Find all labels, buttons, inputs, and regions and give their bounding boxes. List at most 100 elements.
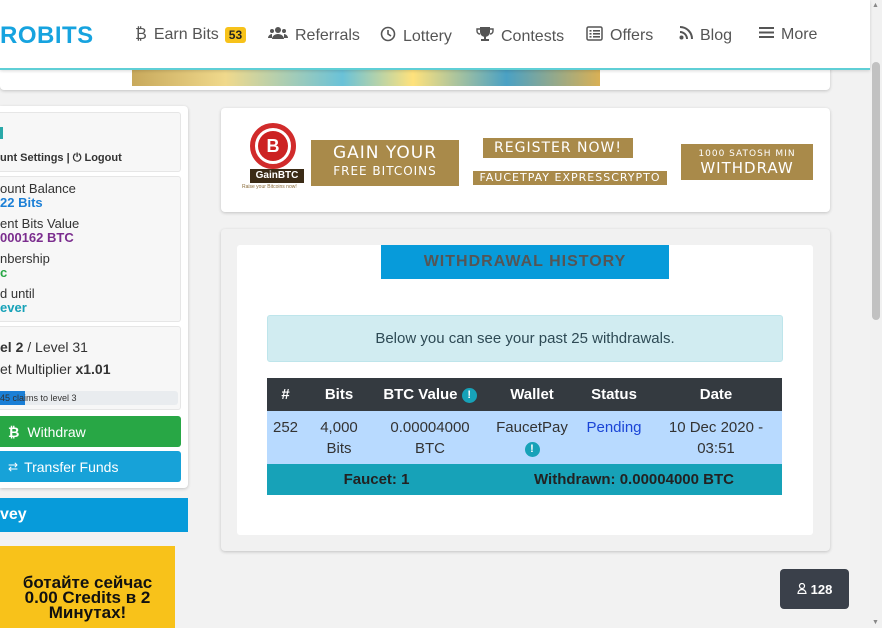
table-header: # Bits BTC Value ! Wallet Status Date (267, 378, 782, 411)
nav-more-label: More (781, 26, 818, 43)
user-info-box: unt Settings | ⏻ Logout (0, 112, 181, 172)
site-logo[interactable]: ROBITS (0, 22, 94, 50)
info-icon[interactable]: ! (524, 442, 540, 457)
menu-icon (759, 26, 774, 44)
top-navbar: ROBITS ₿ Earn Bits 53 Referrals Lottery … (0, 0, 870, 70)
online-users-button[interactable]: 128 (780, 569, 849, 609)
balance-label: ount Balance (0, 181, 76, 196)
withdrawal-panel: WITHDRAWAL HISTORY Below you can see you… (237, 245, 813, 535)
multiplier-text: et Multiplier x1.01 (0, 361, 111, 377)
multiplier-value: x1.01 (75, 361, 111, 377)
valid-until-label: d until (0, 286, 35, 301)
cell-wallet: FaucetPay ! (486, 411, 578, 464)
nav-blog[interactable]: Blog (679, 26, 732, 45)
online-count: 128 (810, 581, 833, 597)
withdrawal-title: WITHDRAWAL HISTORY (381, 245, 669, 279)
current-level: el 2 (0, 339, 24, 355)
transfer-icon: ⇄ (8, 459, 19, 474)
cell-status: Pending (586, 419, 642, 436)
bitcoin-icon: ₿ (8, 423, 20, 440)
ad-card: B GainBTC Raise your Bitcoins now! GAIN … (221, 108, 830, 212)
col-status: Status (591, 386, 637, 403)
nav-earn-bits-label: Earn Bits (153, 26, 219, 43)
nav-more[interactable]: More (759, 26, 817, 44)
nav-offers[interactable]: Offers (586, 26, 653, 46)
user-icon (797, 582, 807, 597)
table-row: 252 4,000 Bits 0.00004000 BTC FaucetPay … (267, 411, 782, 464)
gain-ribbon[interactable]: GAIN YOUR FREE BITCOINS (311, 140, 459, 186)
scroll-up-icon[interactable]: ▲ (872, 2, 879, 9)
withdrawal-table: # Bits BTC Value ! Wallet Status Date 25… (267, 378, 782, 495)
promo-banner[interactable]: ботайте сейчас 0.00 Credits в 2 Минутах! (0, 546, 175, 628)
cell-bits-amount: 4,000 (320, 419, 358, 436)
withdrawal-history-card: WITHDRAWAL HISTORY Below you can see you… (221, 229, 830, 551)
cell-date-line-1: 10 Dec 2020 - (668, 419, 764, 436)
account-links[interactable]: unt Settings | ⏻ Logout (0, 152, 122, 165)
promo-line-3: Минутах! (48, 603, 127, 622)
cell-bits-unit: Bits (326, 440, 352, 457)
transfer-funds-button[interactable]: ⇄ Transfer Funds (0, 451, 181, 482)
nav-referrals[interactable]: Referrals (268, 26, 360, 45)
cell-btc-amount: 0.00004000 (390, 419, 470, 436)
cell-bits: 4,000 Bits (304, 411, 374, 464)
users-icon (268, 26, 288, 45)
bitcoin-icon: B (258, 131, 288, 161)
col-btc-value: BTC Value ! (374, 386, 486, 403)
clock-icon (380, 26, 396, 47)
nav-referrals-label: Referrals (295, 26, 360, 44)
user-indicator (0, 127, 3, 139)
gainbtc-logo[interactable]: B GainBTC Raise your Bitcoins now! (242, 123, 310, 193)
cell-btc-unit: BTC (415, 440, 445, 457)
trophy-icon (476, 26, 494, 47)
max-level: / Level 31 (23, 339, 88, 355)
col-wallet: Wallet (510, 386, 554, 403)
level-progress-text: 45 claims to level 3 (0, 393, 77, 403)
col-date: Date (699, 386, 733, 403)
nav-blog-label: Blog (700, 26, 733, 44)
list-icon (586, 26, 603, 46)
table-footer: Faucet: 1 Withdrawn: 0.00004000 BTC (267, 464, 782, 495)
scrollbar-thumb[interactable] (872, 62, 880, 320)
page-scrollbar[interactable]: ▲ ▼ (870, 0, 882, 628)
multiplier-label: et Multiplier (0, 361, 76, 377)
col-btc-value-label: BTC Value (383, 386, 458, 403)
min-withdraw-ribbon[interactable]: 1000 SATOSH MIN WITHDRAW (681, 144, 813, 180)
info-icon[interactable]: ! (461, 388, 477, 403)
nav-contests-label: Contests (501, 27, 565, 45)
logo-subtext: Raise your Bitcoins now! (242, 184, 297, 190)
rss-icon (679, 26, 693, 45)
membership-label: nbership (0, 251, 50, 266)
nav-contests[interactable]: Contests (476, 26, 564, 47)
nav-offers-label: Offers (610, 27, 654, 44)
gain-line-1: GAIN YOUR (332, 143, 438, 163)
survey-label: vey (0, 506, 27, 523)
user-sidebar: unt Settings | ⏻ Logout ount Balance 22 … (0, 106, 188, 488)
nav-earn-bits[interactable]: ₿ Earn Bits 53 (135, 26, 247, 44)
cell-btc: 0.00004000 BTC (374, 411, 486, 464)
transfer-label: Transfer Funds (24, 458, 119, 475)
earn-bits-badge: 53 (224, 27, 247, 43)
level-text: el 2 / Level 31 (0, 339, 88, 355)
withdraw-button[interactable]: ₿ Withdraw (0, 416, 181, 447)
cell-date-line-2: 03:51 (697, 440, 735, 457)
nav-lottery[interactable]: Lottery (380, 26, 452, 47)
top-ad-banner[interactable] (132, 70, 600, 86)
col-bits: Bits (324, 386, 354, 403)
bits-value: 000162 BTC (0, 230, 74, 245)
bits-value-label: ent Bits Value (0, 216, 80, 231)
footer-withdrawn: Withdrawn: 0.00004000 BTC (534, 471, 734, 488)
withdrawal-info-alert: Below you can see your past 25 withdrawa… (267, 315, 783, 362)
cell-date: 10 Dec 2020 - 03:51 (650, 411, 782, 464)
membership-value: c (0, 265, 8, 280)
min-line-2: WITHDRAW (700, 159, 794, 177)
logo-text: GainBTC (250, 169, 304, 183)
cell-id: 252 (272, 419, 299, 436)
withdraw-label: Withdraw (27, 423, 86, 440)
level-box: el 2 / Level 31 et Multiplier x1.01 45 c… (0, 326, 181, 410)
balance-value: 22 Bits (0, 195, 43, 210)
scroll-down-icon[interactable]: ▼ (872, 619, 879, 626)
register-ribbon[interactable]: REGISTER NOW! (483, 138, 633, 158)
gain-line-2: FREE BITCOINS (333, 164, 437, 178)
faucetpay-ribbon[interactable]: FAUCETPAY EXPRESSCRYPTO (473, 171, 667, 185)
survey-header[interactable]: vey (0, 498, 188, 532)
